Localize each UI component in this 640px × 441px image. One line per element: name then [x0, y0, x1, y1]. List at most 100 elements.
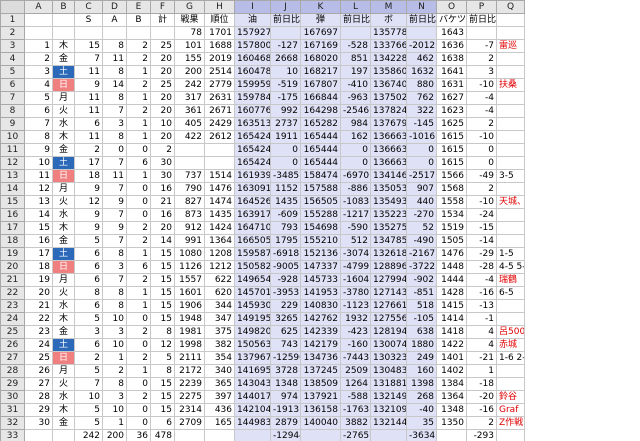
cell-i31[interactable]: 142104 — [234, 403, 271, 417]
cell-p17[interactable]: -15 — [466, 221, 497, 235]
row-header[interactable]: 20 — [0, 260, 25, 274]
column-header-p[interactable]: P — [466, 0, 497, 14]
cell-d21[interactable]: 7 — [102, 273, 127, 287]
cell-l18[interactable]: 512 — [340, 234, 371, 248]
cell-l4[interactable]: 851 — [340, 52, 371, 66]
cell-h15[interactable]: 1474 — [204, 195, 235, 209]
cell-l27[interactable]: -7443 — [340, 351, 371, 365]
cell-f29[interactable]: 15 — [150, 377, 175, 391]
cell-a24[interactable]: 22 — [24, 312, 53, 326]
cell-f3[interactable]: 25 — [150, 39, 175, 53]
cell-a11[interactable]: 9 — [24, 143, 53, 157]
cell-n22[interactable]: -851 — [406, 286, 437, 300]
cell-m12[interactable]: 136663 — [370, 156, 407, 170]
column-header-o[interactable]: O — [436, 0, 467, 14]
column-header-d[interactable]: D — [102, 0, 127, 14]
cell-d3[interactable]: 8 — [102, 39, 127, 53]
cell-d13[interactable]: 11 — [102, 169, 127, 183]
column-header-n[interactable]: N — [406, 0, 437, 14]
cell-a26[interactable]: 24 — [24, 338, 53, 352]
row-header[interactable]: 6 — [0, 78, 25, 92]
cell-d20[interactable]: 3 — [102, 260, 127, 274]
cell-p31[interactable]: -16 — [466, 403, 497, 417]
cell-q20[interactable]: 4-5 5-5 — [496, 260, 525, 274]
row-header[interactable]: 7 — [0, 91, 25, 105]
cell-p18[interactable]: -14 — [466, 234, 497, 248]
cell-l22[interactable]: -3780 — [340, 286, 371, 300]
cell-l14[interactable]: -886 — [340, 182, 371, 196]
cell-h21[interactable]: 622 — [204, 273, 235, 287]
cell-c16[interactable]: 9 — [74, 208, 103, 222]
cell-f21[interactable]: 15 — [150, 273, 175, 287]
cell-a13[interactable]: 11 — [24, 169, 53, 183]
column-header-m[interactable]: M — [370, 0, 407, 14]
cell-h8[interactable]: 2671 — [204, 104, 235, 118]
cell-b33[interactable] — [52, 429, 75, 441]
cell-i21[interactable]: 149654 — [234, 273, 271, 287]
cell-k32[interactable]: 140040 — [300, 416, 341, 430]
cell-b12[interactable]: 土 — [52, 156, 75, 170]
cell-m7[interactable]: 137502 — [370, 91, 407, 105]
cell-a23[interactable]: 21 — [24, 299, 53, 313]
cell-n11[interactable]: 0 — [406, 143, 437, 157]
cell-h13[interactable]: 1514 — [204, 169, 235, 183]
row-header[interactable]: 26 — [0, 338, 25, 352]
cell-n30[interactable]: 268 — [406, 390, 437, 404]
cell-n20[interactable]: -3722 — [406, 260, 437, 274]
cell-d5[interactable]: 8 — [102, 65, 127, 79]
cell-o33[interactable] — [436, 429, 467, 441]
cell-o16[interactable]: 1534 — [436, 208, 467, 222]
cell-d9[interactable]: 3 — [102, 117, 127, 131]
cell-p15[interactable]: -10 — [466, 195, 497, 209]
cell-e32[interactable]: 0 — [126, 416, 151, 430]
cell-j29[interactable]: 1348 — [270, 377, 301, 391]
cell-d29[interactable]: 8 — [102, 377, 127, 391]
cell-d1[interactable]: A — [102, 13, 127, 27]
row-header[interactable]: 16 — [0, 208, 25, 222]
cell-q27[interactable]: 1-6 2-5 — [496, 351, 525, 365]
cell-h9[interactable]: 2429 — [204, 117, 235, 131]
cell-m5[interactable]: 135860 — [370, 65, 407, 79]
cell-q12[interactable] — [496, 156, 525, 170]
cell-p30[interactable]: -20 — [466, 390, 497, 404]
cell-k13[interactable]: 158474 — [300, 169, 341, 183]
cell-g15[interactable]: 827 — [174, 195, 205, 209]
cell-d16[interactable]: 7 — [102, 208, 127, 222]
cell-e30[interactable]: 2 — [126, 390, 151, 404]
cell-b14[interactable]: 月 — [52, 182, 75, 196]
cell-f24[interactable]: 15 — [150, 312, 175, 326]
cell-k12[interactable]: 165444 — [300, 156, 341, 170]
cell-f25[interactable]: 8 — [150, 325, 175, 339]
cell-k22[interactable]: 141953 — [300, 286, 341, 300]
cell-o6[interactable]: 1631 — [436, 78, 467, 92]
cell-k19[interactable]: 152136 — [300, 247, 341, 261]
cell-c27[interactable]: 2 — [74, 351, 103, 365]
cell-a4[interactable]: 2 — [24, 52, 53, 66]
cell-q32[interactable]: Z作戦 — [496, 416, 525, 430]
cell-f8[interactable]: 20 — [150, 104, 175, 118]
cell-c20[interactable]: 6 — [74, 260, 103, 274]
cell-p27[interactable]: -21 — [466, 351, 497, 365]
cell-b28[interactable]: 月 — [52, 364, 75, 378]
cell-m17[interactable]: 135275 — [370, 221, 407, 235]
cell-j33[interactable]: -12944 — [270, 429, 301, 441]
cell-g20[interactable]: 1126 — [174, 260, 205, 274]
cell-e15[interactable]: 0 — [126, 195, 151, 209]
cell-g18[interactable]: 991 — [174, 234, 205, 248]
cell-n25[interactable]: 638 — [406, 325, 437, 339]
row-header[interactable]: 33 — [0, 429, 25, 441]
cell-i4[interactable]: 160468 — [234, 52, 271, 66]
cell-f2[interactable] — [150, 26, 175, 40]
row-header[interactable]: 13 — [0, 169, 25, 183]
cell-m18[interactable]: 134785 — [370, 234, 407, 248]
cell-i19[interactable]: 159587 — [234, 247, 271, 261]
cell-p25[interactable]: 4 — [466, 325, 497, 339]
cell-l25[interactable]: -423 — [340, 325, 371, 339]
cell-g24[interactable]: 1948 — [174, 312, 205, 326]
cell-i32[interactable]: 144983 — [234, 416, 271, 430]
cell-l17[interactable]: -590 — [340, 221, 371, 235]
cell-f20[interactable]: 15 — [150, 260, 175, 274]
cell-o27[interactable]: 1401 — [436, 351, 467, 365]
cell-d8[interactable]: 7 — [102, 104, 127, 118]
column-header-i[interactable]: I — [234, 0, 271, 14]
